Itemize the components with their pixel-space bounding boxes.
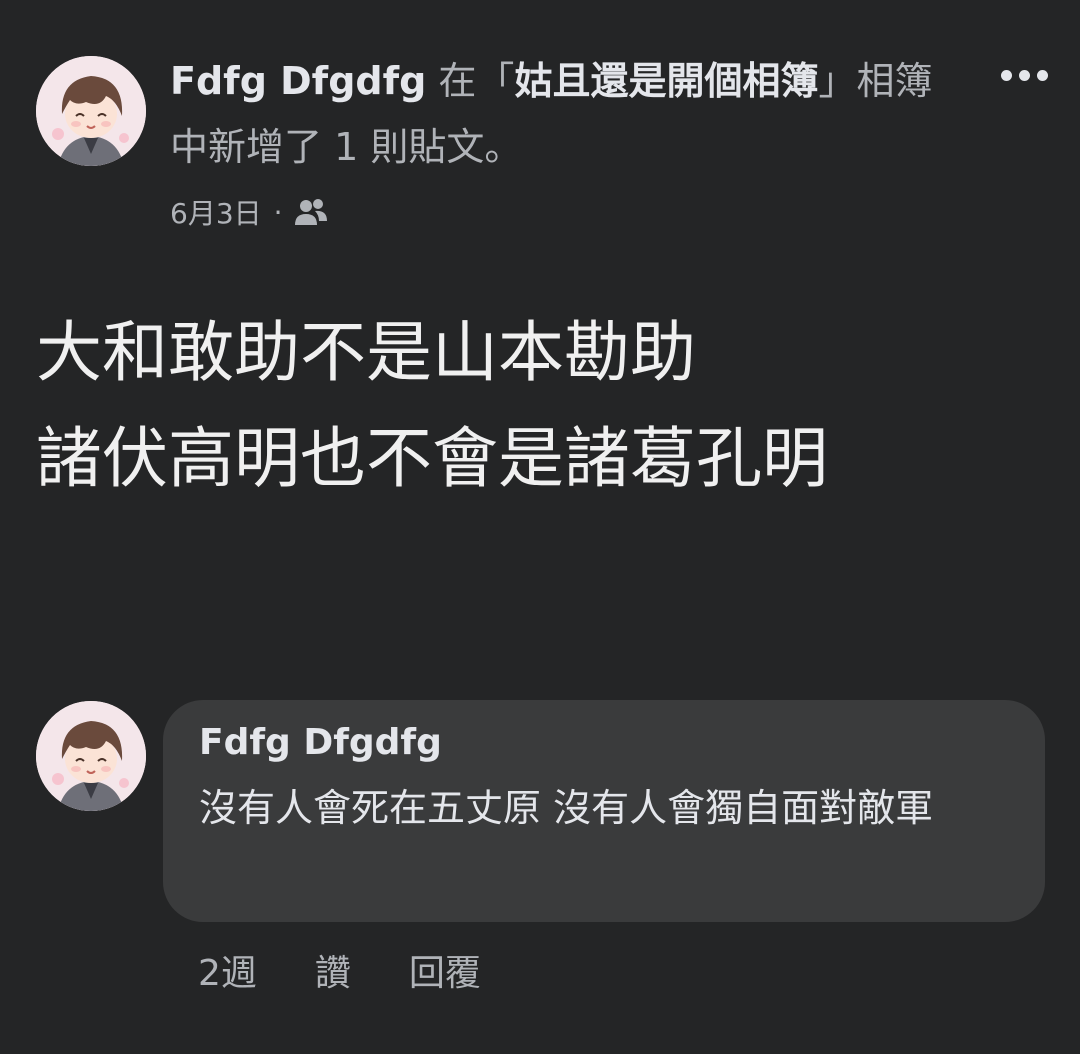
post-header: Fdfg Dfgdfg 在「姑且還是開個相簿」相簿中新增了 1 則貼文。 bbox=[170, 48, 960, 180]
friends-icon[interactable] bbox=[293, 197, 329, 227]
more-options-button[interactable] bbox=[992, 58, 1056, 92]
avatar-illustration bbox=[36, 56, 146, 166]
more-options-icon-dot bbox=[1018, 69, 1030, 81]
more-options-icon-dot bbox=[1036, 69, 1048, 81]
meta-separator: · bbox=[273, 195, 283, 229]
post-action-prefix: 在「 bbox=[426, 59, 515, 103]
post-author-name[interactable]: Fdfg Dfgdfg bbox=[170, 59, 426, 103]
comment-author-avatar[interactable] bbox=[36, 701, 146, 811]
post-date[interactable]: 6月3日 bbox=[170, 192, 262, 232]
comment-timestamp[interactable]: 2週 bbox=[198, 948, 257, 1000]
post-meta: 6月3日 · bbox=[170, 192, 329, 232]
more-options-icon bbox=[1000, 69, 1012, 81]
comment-text: 沒有人會死在五丈原 沒有人會獨自面對敵軍 bbox=[199, 786, 934, 830]
reply-button[interactable]: 回覆 bbox=[409, 948, 481, 1000]
post-author-avatar[interactable] bbox=[36, 56, 146, 166]
post-body-text: 大和敢助不是山本勘助 諸伏高明也不會是諸葛孔明 bbox=[36, 314, 828, 497]
avatar-illustration bbox=[36, 701, 146, 811]
comment-actions: 2週 讚 回覆 bbox=[198, 948, 481, 1000]
comment-bubble[interactable]: Fdfg Dfgdfg 沒有人會死在五丈原 沒有人會獨自面對敵軍 bbox=[163, 700, 1045, 922]
comment-author-name[interactable]: Fdfg Dfgdfg bbox=[199, 716, 1009, 770]
album-link[interactable]: 姑且還是開個相簿 bbox=[514, 59, 818, 103]
like-button[interactable]: 讚 bbox=[315, 948, 351, 1000]
